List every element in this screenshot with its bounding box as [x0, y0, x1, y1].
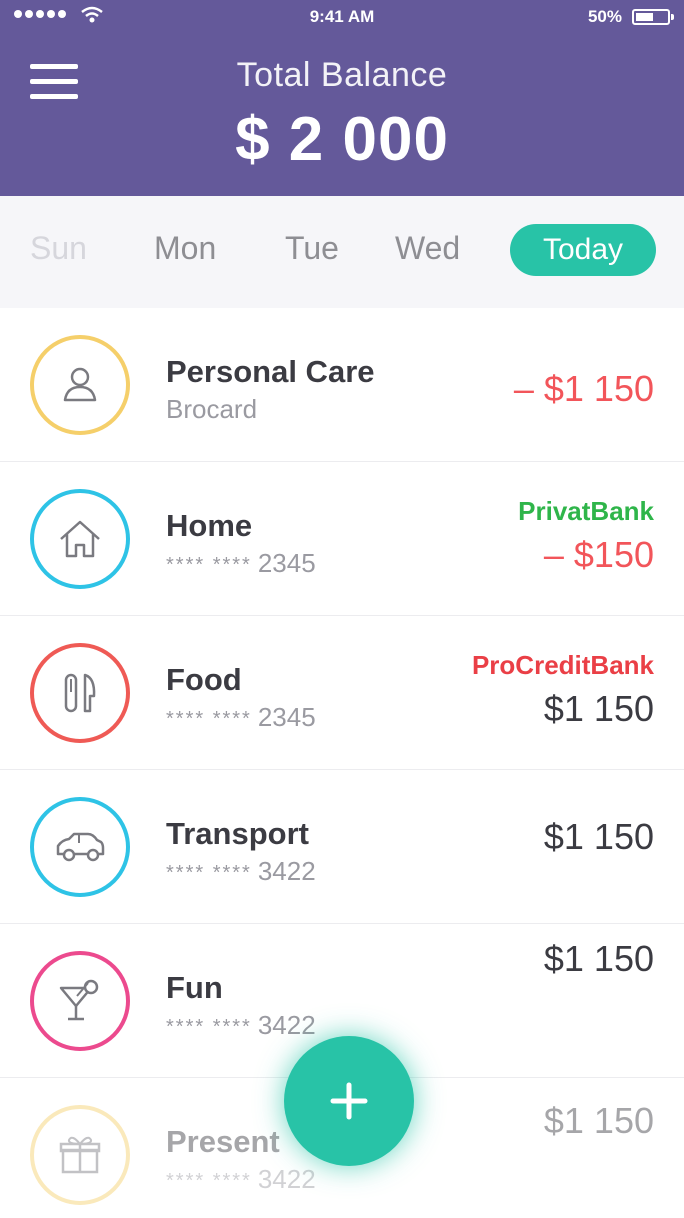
battery-percent: 50% [587, 7, 622, 26]
fork-knife-icon [30, 643, 130, 743]
day-tab-wed[interactable]: Wed [395, 230, 460, 267]
transaction-row[interactable]: Personal Care Brocard – $1 150 [0, 308, 684, 462]
transaction-name: Home [166, 508, 253, 543]
transaction-row[interactable]: Transport **** **** 3422 $1 150 [0, 770, 684, 924]
app-screen: 9:41 AM 50% Total Balance $ 2 000 Sun Mo… [0, 0, 684, 1218]
transaction-amount: – $150 [543, 534, 654, 575]
cocktail-icon [30, 951, 130, 1051]
gift-icon [30, 1105, 130, 1205]
day-selector: Sun Mon Tue Wed Today [0, 196, 684, 308]
day-tab-tue[interactable]: Tue [285, 230, 339, 267]
transaction-name: Present [166, 1124, 280, 1159]
transaction-amount: $1 150 [543, 688, 654, 729]
total-balance-amount: $ 2 000 [235, 105, 449, 174]
card-number: **** **** 2345 [166, 548, 316, 578]
day-tab-sun[interactable]: Sun [30, 230, 87, 267]
battery-icon [632, 9, 674, 25]
card-number: **** **** 3422 [166, 1164, 316, 1194]
day-tab-today[interactable]: Today [510, 224, 656, 276]
transaction-row[interactable]: Food **** **** 2345 ProCreditBank $1 150 [0, 616, 684, 770]
plus-icon [330, 1082, 368, 1120]
transaction-subtitle: Brocard [166, 394, 258, 424]
transaction-name: Personal Care [166, 354, 375, 389]
car-icon [30, 797, 130, 897]
person-icon [30, 335, 130, 435]
transaction-amount: – $1 150 [513, 368, 654, 409]
page-title: Total Balance [236, 56, 448, 94]
card-number: **** **** 3422 [166, 856, 316, 886]
status-bar: 9:41 AM 50% [0, 0, 684, 34]
transaction-name: Food [166, 662, 242, 697]
add-transaction-button[interactable] [284, 1036, 414, 1166]
transaction-amount: $1 150 [543, 938, 654, 979]
transaction-amount: $1 150 [543, 1100, 654, 1141]
status-time: 9:41 AM [309, 7, 375, 26]
transaction-amount: $1 150 [543, 816, 654, 857]
house-icon [30, 489, 130, 589]
bank-name: ProCreditBank [471, 650, 654, 680]
transaction-name: Fun [166, 970, 223, 1005]
card-number: **** **** 2345 [166, 702, 316, 732]
day-tab-mon[interactable]: Mon [154, 230, 216, 267]
header: 9:41 AM 50% Total Balance $ 2 000 [0, 0, 684, 196]
transaction-row[interactable]: Home **** **** 2345 PrivatBank – $150 [0, 462, 684, 616]
bank-name: PrivatBank [518, 496, 654, 526]
card-number: **** **** 3422 [166, 1010, 316, 1040]
transaction-name: Transport [166, 816, 309, 851]
